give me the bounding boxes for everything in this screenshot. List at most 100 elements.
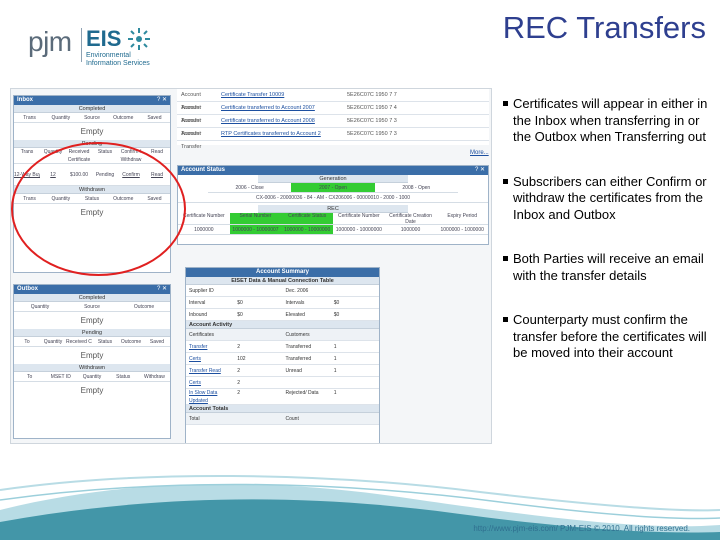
inbox-completed-head: Completed: [14, 105, 170, 113]
footer: http://www.pjm-eis.com/ PJM-EIS © 2010. …: [0, 470, 720, 540]
outbox-withdrawn-empty: Empty: [80, 386, 104, 395]
activity-count: 2: [237, 344, 241, 350]
summary-kv-row: Interval $0 Intervals $0: [186, 297, 379, 309]
list-item-link[interactable]: Certificate transferred to Account 2007: [221, 102, 341, 115]
logo-subtitle: Environmental Information Services: [86, 52, 150, 67]
kv-label: Intervals: [285, 300, 305, 306]
activity-link[interactable]: Certs: [186, 353, 234, 364]
col-header: Certificate Number: [338, 213, 380, 219]
serial-value: CX-0006 - 20000036 - 84 - AM - CX206006 …: [256, 195, 410, 201]
activity-count: 2: [237, 390, 241, 396]
col-header: MSET ID: [50, 374, 71, 380]
account-summary-panel: Account Summary EISET Data & Manual Conn…: [185, 267, 380, 443]
account-status-controls[interactable]: ? ✕: [475, 166, 485, 175]
highlight-oval: [11, 142, 186, 276]
col-header: Expiry Period: [447, 213, 478, 219]
status-cell: 1000000 - 10000000: [335, 227, 382, 233]
col-header: Quantity: [51, 115, 71, 121]
bullet-marker: [503, 256, 508, 261]
outbox-pending-cols: To Quantity Received Certificate Status …: [14, 337, 170, 347]
inbox-completed-cols: Trans Quantity Source Outcome Saved: [14, 113, 170, 123]
outbox-withdrawn-cols: To MSET ID Quantity Status Withdraw: [14, 372, 170, 382]
kv-value: $0: [333, 300, 340, 306]
pjm-eis-logo: pjm EIS Environmental Information Servic…: [26, 14, 186, 70]
list-item: Account Transfer Certificate transferred…: [177, 102, 489, 124]
col-header: Total: [189, 416, 200, 422]
activity-count: 1: [333, 344, 337, 350]
logo-pjm-text: pjm: [28, 26, 72, 57]
bullet-text: Certificates will appear in either in th…: [513, 96, 708, 144]
col-header: Customers: [285, 332, 310, 338]
bullet-marker: [503, 101, 508, 106]
activity-count: [331, 377, 379, 388]
account-summary-header: Account Summary: [186, 268, 379, 277]
outbox-pending-head: Pending: [14, 329, 170, 337]
activity-row: Transfer Read 2 Unread 1: [186, 365, 379, 377]
logo-divider: [81, 28, 82, 62]
col-header: Saved: [147, 115, 162, 121]
outbox-controls[interactable]: ? ✕: [157, 285, 167, 294]
activity-link[interactable]: Certs: [186, 377, 234, 388]
activity-count: 2: [237, 380, 241, 386]
outbox-title: Outbox: [17, 286, 38, 292]
status-cols: Certificate Number Serial Number Certifi…: [178, 213, 488, 225]
col-header: Outcome: [120, 339, 142, 345]
outbox-completed-empty: Empty: [80, 316, 104, 325]
kv-label: Inbound: [189, 312, 208, 318]
activity-label: Transferred: [285, 356, 312, 362]
activity-link[interactable]: Transfer: [186, 341, 234, 352]
activity-label: Rejected/ Data: [285, 390, 319, 396]
more-link[interactable]: More...: [470, 150, 489, 156]
list-item-link[interactable]: Certificate Transfer 10009: [221, 89, 341, 102]
status-cell: 1000000 - 1000000: [440, 227, 484, 233]
activity-link[interactable]: In Slow Data Updated: [186, 389, 234, 404]
col-header: Certificates: [189, 332, 215, 338]
supplier-label: Supplier ID: [189, 288, 214, 294]
inbox-controls[interactable]: ? ✕: [157, 96, 167, 105]
kv-value: $0: [237, 312, 243, 318]
inbox-completed-empty: Empty: [80, 127, 104, 136]
summary-title: EISET Data & Manual Connection Table: [186, 277, 379, 285]
outbox-panel: Outbox ? ✕ Completed Quantity Source Out…: [13, 284, 171, 439]
bullet-list: Certificates will appear in either in th…: [503, 96, 713, 390]
activity-count: 1: [333, 368, 337, 374]
bullet-text: Both Parties will receive an email with …: [513, 251, 704, 283]
logo-eis-text: EIS: [86, 26, 122, 51]
col-header: Received Certificate: [66, 339, 92, 345]
activity-row: Certs 2: [186, 377, 379, 389]
activity-label: Unread: [285, 368, 302, 374]
activity-row: In Slow Data Updated 2 Rejected/ Data 1: [186, 389, 379, 405]
activity-row: Certs 102 Transferred 1: [186, 353, 379, 365]
activity-count: 1: [333, 356, 337, 362]
year-cell: 2006 - Close: [235, 185, 264, 191]
activity-count: 102: [237, 356, 246, 362]
activity-count: 1: [333, 390, 337, 396]
activity-cols: Certificates Customers: [186, 329, 379, 341]
totals-cols: Total Count: [186, 413, 379, 425]
status-cell: 1000000 - 10000000: [281, 225, 334, 234]
status-cell: 1000000 - 10000007: [229, 225, 282, 234]
generation-head: Generation: [258, 175, 408, 183]
col-header: Serial Number: [229, 213, 282, 224]
list-item-type: Account Transfer: [181, 131, 202, 150]
bullet-item: Subscribers can either Confirm or withdr…: [503, 174, 713, 224]
activity-label: Transferred: [285, 344, 312, 350]
kv-value: $0: [237, 300, 243, 306]
summary-supplier-row: Supplier ID Dec. 2006: [186, 285, 379, 297]
list-item-id: 5E26C07C 1950 7 7: [347, 92, 397, 98]
status-values: 1000000 1000000 - 10000007 1000000 - 100…: [178, 225, 488, 235]
col-header: Source: [84, 304, 100, 310]
col-header: Withdraw: [143, 374, 165, 380]
totals-head: Account Totals: [186, 405, 379, 413]
list-item-link[interactable]: RTP Certificates transferred to Account …: [221, 128, 341, 141]
col-header: Certificate Creation Date: [389, 213, 432, 224]
activity-head: Account Activity: [186, 321, 379, 329]
slide-title: REC Transfers: [502, 10, 706, 45]
list-item-link[interactable]: Certificate transferred to Account 2008: [221, 115, 341, 128]
activity-link[interactable]: Transfer Read: [186, 365, 234, 376]
sun-icon: [128, 28, 150, 50]
col-header: Certificate Status: [281, 213, 334, 224]
list-item-id: 5E26C07C 1950 7 3: [347, 118, 397, 124]
col-header: Trans: [23, 115, 36, 121]
kv-value: $0: [333, 312, 340, 318]
